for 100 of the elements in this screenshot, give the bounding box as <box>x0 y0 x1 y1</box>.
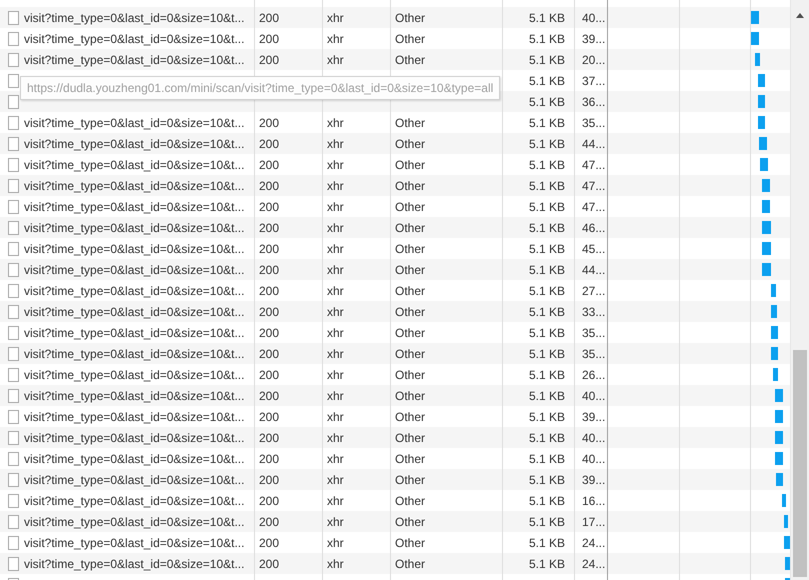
waterfall-bar <box>771 347 778 360</box>
request-time: 24... <box>582 556 606 570</box>
initiator: Other <box>395 430 426 444</box>
status-code: 200 <box>259 494 280 508</box>
status-code: 200 <box>259 304 280 318</box>
request-name[interactable]: visit?time_type=0&last_id=0&size=10&t... <box>24 304 244 318</box>
waterfall-bar <box>771 305 777 318</box>
status-code: 200 <box>259 220 280 234</box>
request-name[interactable]: visit?time_type=0&last_id=0&size=10&t... <box>24 200 244 214</box>
initiator: Other <box>395 514 426 528</box>
waterfall-bar <box>758 74 765 87</box>
request-type: xhr <box>327 136 344 150</box>
request-name[interactable]: visit?time_type=0&last_id=0&size=10&t... <box>24 326 244 340</box>
request-name[interactable]: visit?time_type=0&last_id=0&size=10&t... <box>24 556 244 570</box>
request-name[interactable]: visit?time_type=0&last_id=0&size=10&t... <box>24 452 244 466</box>
response-size: 5.1 KB <box>528 262 565 276</box>
request-name[interactable]: visit?time_type=0&last_id=0&size=10&t... <box>24 536 244 550</box>
request-name[interactable]: visit?time_type=0&last_id=0&size=10&t... <box>24 514 244 528</box>
request-name[interactable]: visit?time_type=0&last_id=0&size=10&t... <box>24 388 244 402</box>
request-name[interactable]: visit?time_type=0&last_id=0&size=10&t... <box>24 242 244 256</box>
initiator: Other <box>395 326 426 340</box>
request-name[interactable]: visit?time_type=0&last_id=0&size=10&t... <box>24 262 244 276</box>
initiator: Other <box>395 10 426 24</box>
request-name[interactable]: visit?time_type=0&last_id=0&size=10&t... <box>24 368 244 382</box>
request-name[interactable]: visit?time_type=0&last_id=0&size=10&t... <box>24 52 244 66</box>
response-size: 5.1 KB <box>528 430 565 444</box>
status-code: 200 <box>259 346 280 360</box>
request-time: 36... <box>582 94 606 108</box>
request-type: xhr <box>327 220 344 234</box>
request-type: xhr <box>327 304 344 318</box>
waterfall-bar <box>760 158 768 171</box>
document-icon <box>8 410 19 424</box>
waterfall-bar <box>762 179 770 192</box>
document-icon <box>8 136 19 150</box>
request-time: 46... <box>582 220 606 234</box>
waterfall-bar <box>751 11 759 24</box>
response-size: 5.1 KB <box>528 74 565 88</box>
request-name[interactable]: visit?time_type=0&last_id=0&size=10&t... <box>24 472 244 486</box>
request-name[interactable]: visit?time_type=0&last_id=0&size=10&t... <box>24 430 244 444</box>
request-time: 27... <box>582 284 606 298</box>
initiator: Other <box>395 32 426 46</box>
response-size: 5.1 KB <box>528 178 565 192</box>
initiator: Other <box>395 452 426 466</box>
request-time: 26... <box>582 368 606 382</box>
response-size: 5.1 KB <box>528 242 565 256</box>
request-type: xhr <box>327 368 344 382</box>
request-name[interactable]: visit?time_type=0&last_id=0&size=10&t... <box>24 10 244 24</box>
status-code: 200 <box>259 430 280 444</box>
request-time: 40... <box>582 452 606 466</box>
response-size: 5.1 KB <box>528 158 565 172</box>
waterfall-bar <box>773 368 778 381</box>
request-name[interactable]: visit?time_type=0&last_id=0&size=10&t... <box>24 346 244 360</box>
request-time: 45... <box>582 242 606 256</box>
waterfall-bar <box>762 221 771 234</box>
request-time: 44... <box>582 262 606 276</box>
document-icon <box>8 200 19 214</box>
request-type: xhr <box>327 536 344 550</box>
response-size: 5.1 KB <box>528 304 565 318</box>
waterfall-bar <box>771 326 778 339</box>
request-time: 24... <box>582 536 606 550</box>
request-name[interactable]: visit?time_type=0&last_id=0&size=10&t... <box>24 178 244 192</box>
waterfall-bar <box>751 32 759 45</box>
initiator: Other <box>395 242 426 256</box>
status-code: 200 <box>259 284 280 298</box>
request-time: 33... <box>582 304 606 318</box>
document-icon <box>8 430 19 444</box>
request-type: xhr <box>327 116 344 130</box>
status-code: 200 <box>259 116 280 130</box>
request-name[interactable]: visit?time_type=0&last_id=0&size=10&t... <box>24 494 244 508</box>
initiator: Other <box>395 472 426 486</box>
response-size: 5.1 KB <box>528 410 565 424</box>
scrollbar[interactable] <box>790 0 809 580</box>
request-time: 39... <box>582 410 606 424</box>
response-size: 5.1 KB <box>528 136 565 150</box>
request-name[interactable]: visit?time_type=0&last_id=0&size=10&t... <box>24 136 244 150</box>
request-name[interactable]: visit?time_type=0&last_id=0&size=10&t... <box>24 284 244 298</box>
status-code: 200 <box>259 388 280 402</box>
request-name[interactable]: visit?time_type=0&last_id=0&size=10&t... <box>24 158 244 172</box>
waterfall-bar <box>762 263 771 276</box>
request-name[interactable]: visit?time_type=0&last_id=0&size=10&t... <box>24 220 244 234</box>
response-size: 5.1 KB <box>528 284 565 298</box>
request-time: 47... <box>582 158 606 172</box>
document-icon <box>8 242 19 256</box>
response-size: 5.1 KB <box>528 388 565 402</box>
document-icon <box>8 32 19 46</box>
request-name[interactable]: visit?time_type=0&last_id=0&size=10&t... <box>24 116 244 130</box>
initiator: Other <box>395 536 426 550</box>
scroll-up-icon[interactable] <box>796 13 804 18</box>
document-icon <box>8 284 19 298</box>
response-size: 5.1 KB <box>528 368 565 382</box>
request-name[interactable]: visit?time_type=0&last_id=0&size=10&t... <box>24 32 244 46</box>
status-code: 200 <box>259 178 280 192</box>
initiator: Other <box>395 284 426 298</box>
document-icon <box>8 10 19 24</box>
status-code: 200 <box>259 326 280 340</box>
request-name[interactable]: visit?time_type=0&last_id=0&size=10&t... <box>24 410 244 424</box>
status-code: 200 <box>259 242 280 256</box>
initiator: Other <box>395 556 426 570</box>
scrollbar-thumb[interactable] <box>793 350 807 577</box>
document-icon <box>8 220 19 234</box>
